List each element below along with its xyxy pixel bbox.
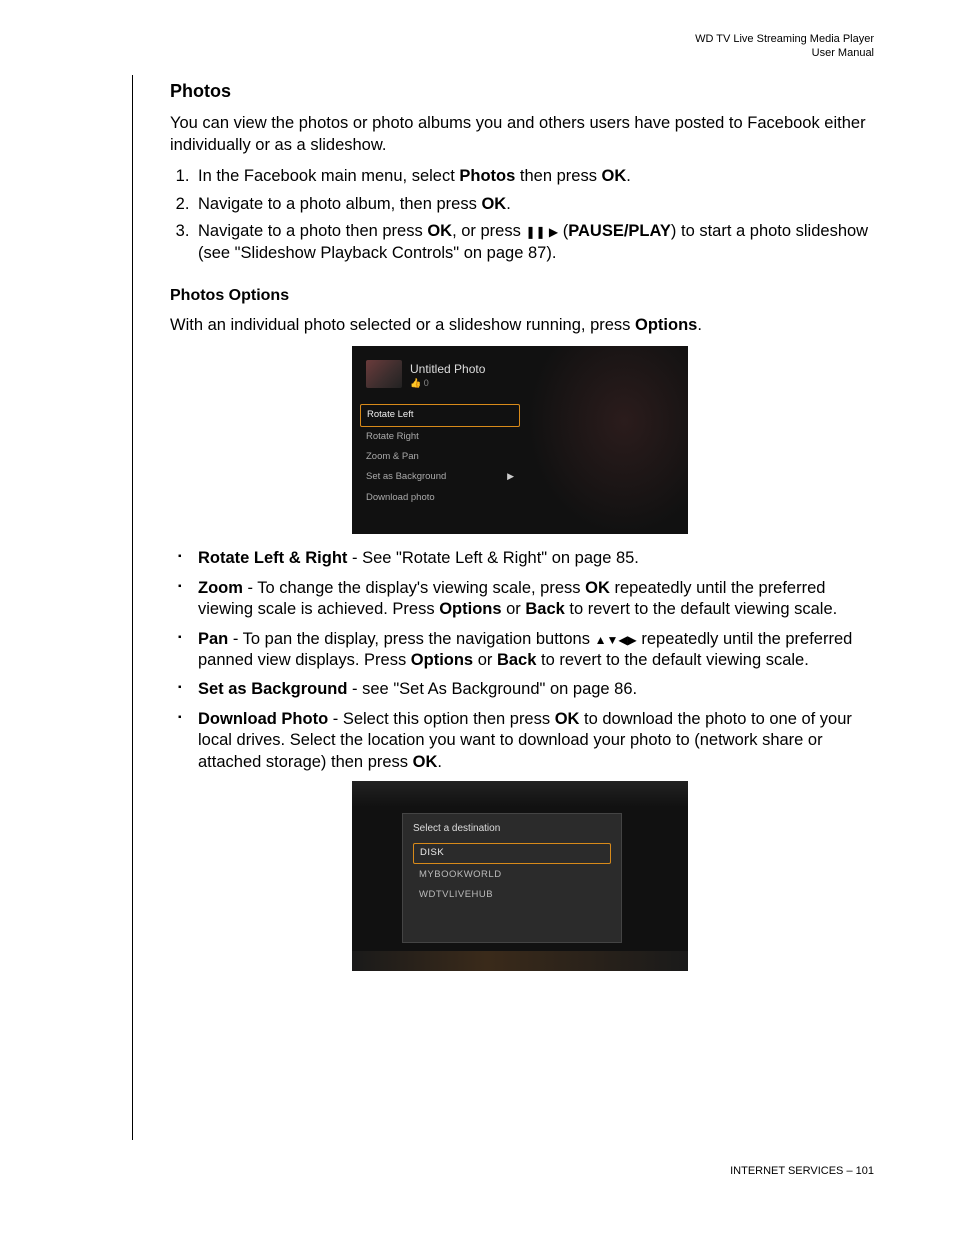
screenshot-bottom-strip <box>352 951 688 971</box>
subheading-photos-options: Photos Options <box>170 286 870 307</box>
text: ( <box>558 222 568 240</box>
bold-back: Back <box>525 600 564 618</box>
step-2: Navigate to a photo album, then press OK… <box>194 194 870 215</box>
options-intro: With an individual photo selected or a s… <box>170 315 870 336</box>
screenshot-background <box>528 346 688 534</box>
bold-ok: OK <box>427 222 452 240</box>
doc-subtitle: User Manual <box>695 46 874 60</box>
footer-page-number: 101 <box>856 1165 874 1177</box>
photo-title: Untitled Photo <box>410 362 485 378</box>
panel-title: Select a destination <box>403 814 621 841</box>
text: then press <box>515 167 601 185</box>
destination-panel: Select a destination DISK MYBOOKWORLD WD… <box>402 813 622 943</box>
page-content: Photos You can view the photos or photo … <box>170 80 870 971</box>
doc-header: WD TV Live Streaming Media Player User M… <box>695 32 874 61</box>
text: - To pan the display, press the navigati… <box>228 630 594 648</box>
vertical-rule <box>132 75 133 1140</box>
bold-options: Options <box>635 316 697 334</box>
bullet-zoom: Zoom - To change the display's viewing s… <box>170 578 870 621</box>
step-1: In the Facebook main menu, select Photos… <box>194 166 870 187</box>
options-menu: Rotate Left Rotate Right Zoom & Pan Set … <box>360 404 520 508</box>
destination-item-wdtvlivehub[interactable]: WDTVLIVEHUB <box>413 886 611 904</box>
destination-item-disk[interactable]: DISK <box>413 843 611 863</box>
bold-options: Options <box>411 651 473 669</box>
text: or <box>473 651 497 669</box>
text: With an individual photo selected or a s… <box>170 316 635 334</box>
bold-ok: OK <box>555 710 580 728</box>
text: Navigate to a photo then press <box>198 222 427 240</box>
bullet-set-background: Set as Background - see "Set As Backgrou… <box>170 679 870 700</box>
text: In the Facebook main menu, select <box>198 167 459 185</box>
text: to revert to the default viewing scale. <box>565 600 837 618</box>
text: - see "Set As Background" on page 86. <box>347 680 637 698</box>
screenshot-topbar <box>352 781 688 807</box>
page-footer: INTERNET SERVICES – 101 <box>730 1165 874 1177</box>
footer-section: INTERNET SERVICES <box>730 1165 843 1177</box>
bullet-rotate: Rotate Left & Right - See "Rotate Left &… <box>170 548 870 569</box>
bold-ok: OK <box>602 167 627 185</box>
bullet-title: Zoom <box>198 579 243 597</box>
bullet-title: Set as Background <box>198 680 347 698</box>
text: . <box>697 316 702 334</box>
bold-ok: OK <box>413 753 438 771</box>
photo-meta: 👍 0 <box>410 378 429 390</box>
bold-photos: Photos <box>459 167 515 185</box>
text: or <box>502 600 526 618</box>
text: to revert to the default viewing scale. <box>536 651 808 669</box>
menu-item-download-photo[interactable]: Download photo <box>360 488 520 508</box>
text: , or press <box>452 222 525 240</box>
section-heading-photos: Photos <box>170 80 870 103</box>
bullet-title: Rotate Left & Right <box>198 549 347 567</box>
step-3: Navigate to a photo then press OK, or pr… <box>194 221 870 264</box>
bold-pauseplay: PAUSE/PLAY <box>568 222 671 240</box>
menu-item-rotate-left[interactable]: Rotate Left <box>360 404 520 426</box>
bullet-title: Pan <box>198 630 228 648</box>
intro-paragraph: You can view the photos or photo albums … <box>170 113 870 156</box>
steps-list: In the Facebook main menu, select Photos… <box>170 166 870 264</box>
bold-back: Back <box>497 651 536 669</box>
text: . <box>626 167 631 185</box>
bold-ok: OK <box>481 195 506 213</box>
bullet-title: Download Photo <box>198 710 328 728</box>
doc-product: WD TV Live Streaming Media Player <box>695 32 874 46</box>
bold-options: Options <box>439 600 501 618</box>
text: - See "Rotate Left & Right" on page 85. <box>347 549 638 567</box>
options-description-list: Rotate Left & Right - See "Rotate Left &… <box>170 548 870 773</box>
screenshot-select-destination: Select a destination DISK MYBOOKWORLD WD… <box>352 781 688 971</box>
chevron-right-icon: ▶ <box>507 471 514 483</box>
menu-item-label: Set as Background <box>366 471 446 482</box>
bullet-download-photo: Download Photo - Select this option then… <box>170 709 870 773</box>
text: - To change the display's viewing scale,… <box>243 579 585 597</box>
pause-play-icon: ❚❚ ▶ <box>525 225 558 241</box>
text: . <box>437 753 442 771</box>
menu-item-zoom-pan[interactable]: Zoom & Pan <box>360 447 520 467</box>
bullet-pan: Pan - To pan the display, press the navi… <box>170 629 870 672</box>
footer-sep: – <box>843 1165 855 1177</box>
text: . <box>506 195 511 213</box>
menu-item-set-background[interactable]: Set as Background ▶ <box>360 467 520 487</box>
destination-item-mybookworld[interactable]: MYBOOKWORLD <box>413 866 611 884</box>
text: Navigate to a photo album, then press <box>198 195 481 213</box>
bold-ok: OK <box>585 579 610 597</box>
screenshot-options-menu: Untitled Photo 👍 0 Rotate Left Rotate Ri… <box>352 346 688 534</box>
menu-item-rotate-right[interactable]: Rotate Right <box>360 427 520 447</box>
nav-arrows-icon: ▲▼◀▶ <box>595 633 637 649</box>
text: - Select this option then press <box>328 710 555 728</box>
photo-thumbnail <box>366 360 402 388</box>
